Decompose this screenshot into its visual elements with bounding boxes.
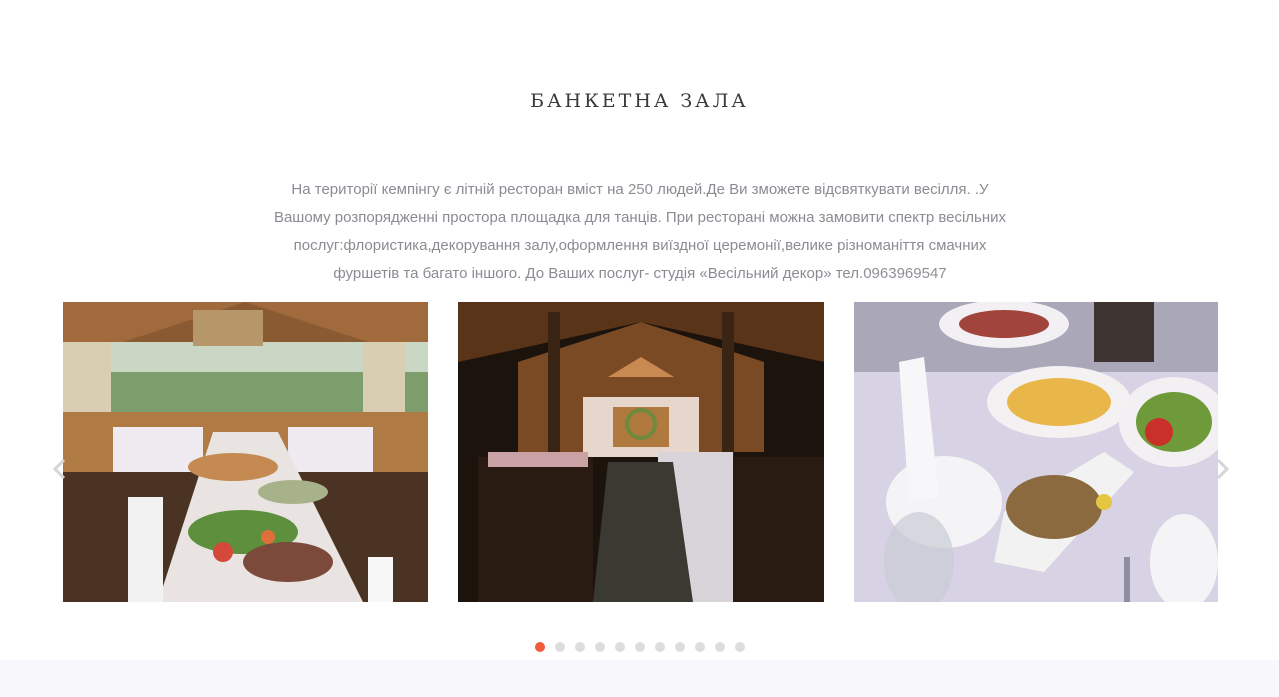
- pagination-dot[interactable]: [595, 642, 605, 652]
- served-food-plates-photo: [854, 302, 1218, 602]
- footer-band: [0, 660, 1279, 697]
- pagination-dot[interactable]: [635, 642, 645, 652]
- pagination-dot[interactable]: [695, 642, 705, 652]
- capacity-number: 250: [627, 181, 653, 198]
- page: БАНКЕТНА ЗАЛА На території кемпінгу є лі…: [0, 0, 1279, 697]
- carousel-prev-button[interactable]: [50, 456, 70, 482]
- description-text-1: На території кемпінгу є літній ресторан …: [291, 181, 628, 198]
- carousel-slide-2[interactable]: [458, 302, 824, 602]
- carousel-slide-3[interactable]: [854, 302, 1218, 602]
- banquet-buffet-table-photo: [63, 302, 428, 602]
- section-description: На території кемпінгу є літній ресторан …: [262, 176, 1018, 288]
- carousel-pagination: [535, 642, 745, 652]
- pagination-dot[interactable]: [735, 642, 745, 652]
- pagination-dot[interactable]: [535, 642, 545, 652]
- pagination-dot[interactable]: [575, 642, 585, 652]
- pagination-dot[interactable]: [655, 642, 665, 652]
- phone-number: 0963969547: [863, 265, 947, 282]
- carousel-slide-1[interactable]: [63, 302, 428, 602]
- chevron-right-icon: [1216, 458, 1230, 480]
- chevron-left-icon: [52, 458, 66, 480]
- pagination-dot[interactable]: [615, 642, 625, 652]
- carousel-next-button[interactable]: [1212, 456, 1232, 482]
- pagination-dot[interactable]: [555, 642, 565, 652]
- pagination-dot[interactable]: [715, 642, 725, 652]
- wooden-hall-interior-photo: [458, 302, 824, 602]
- section-title: БАНКЕТНА ЗАЛА: [530, 90, 749, 112]
- pagination-dot[interactable]: [675, 642, 685, 652]
